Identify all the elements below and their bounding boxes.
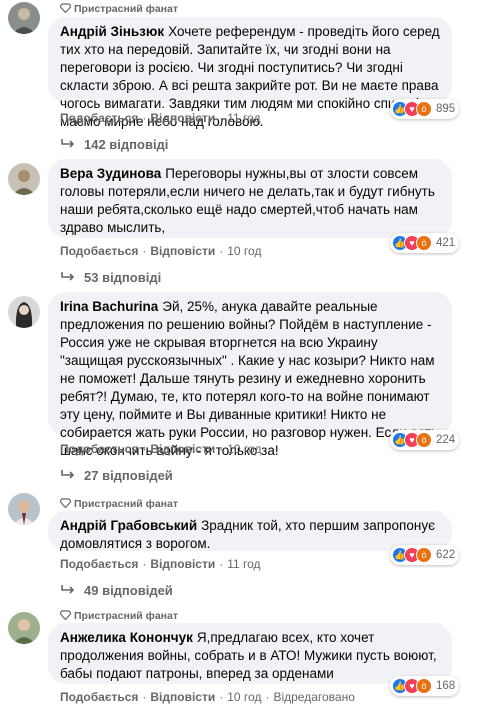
like-button[interactable]: Подобається [60, 442, 138, 456]
reply-button[interactable]: Відповісти [150, 244, 215, 258]
comment-actions: Подобається · Відповісти · 10 год [60, 442, 262, 456]
reaction-count: 421 [436, 237, 456, 249]
comment-author[interactable]: Андрій Грабовський [60, 518, 197, 533]
reaction-summary[interactable]: 👍 ♥ ò 224 [390, 430, 460, 450]
like-button[interactable]: Подобається [60, 690, 138, 704]
reply-arrow-icon [60, 583, 76, 601]
reaction-summary[interactable]: 👍 ♥ ò 168 [390, 676, 460, 696]
comment-bubble: Андрій Грабовський Зрадник той, хто перши… [48, 511, 452, 551]
reply-arrow-icon [60, 137, 76, 155]
avatar[interactable] [8, 163, 40, 195]
angry-icon: ò [416, 101, 432, 117]
top-fan-badge: Пристрасний фанат [59, 609, 178, 624]
top-fan-badge: Пристрасний фанат [59, 497, 178, 512]
comment-bubble: Irina Bachurina Эй, 25%, анука давайте ре… [48, 292, 452, 458]
diamond-icon [59, 610, 72, 624]
reply-arrow-icon [60, 468, 76, 486]
view-replies-link[interactable]: 142 відповіді [60, 136, 168, 154]
view-replies-link[interactable]: 49 відповідей [60, 582, 173, 600]
angry-icon: ò [416, 678, 432, 694]
reaction-summary[interactable]: 👍 ♥ ò 895 [390, 99, 460, 119]
avatar[interactable] [8, 612, 40, 644]
top-fan-badge: Пристрасний фанат [59, 2, 178, 17]
angry-icon: ò [416, 235, 432, 251]
comment-author[interactable]: Вера Зудинова [60, 166, 161, 181]
edited-label: Відредаговано [273, 690, 355, 704]
reply-arrow-icon [60, 270, 76, 288]
diamond-icon [59, 498, 72, 512]
reply-button[interactable]: Відповісти [150, 690, 215, 704]
avatar[interactable] [8, 493, 40, 525]
like-button[interactable]: Подобається [60, 557, 138, 571]
angry-icon: ò [416, 547, 432, 563]
reaction-count: 224 [436, 434, 456, 446]
like-button[interactable]: Подобається [60, 244, 138, 258]
avatar[interactable] [8, 296, 40, 328]
comment-bubble: Андрій Зіньзюк Хочете референдум - провед… [48, 17, 452, 129]
comment-author[interactable]: Анжелика Конончук [60, 630, 193, 645]
like-button[interactable]: Подобається [60, 111, 138, 125]
comment-actions: Подобається · Відповісти · 10 год · Відредагов… [60, 690, 355, 704]
reply-button[interactable]: Відповісти [150, 442, 215, 456]
diamond-icon [59, 3, 72, 17]
timestamp[interactable]: 10 год [227, 690, 261, 704]
reaction-summary[interactable]: 👍 ♥ ò 622 [390, 545, 460, 565]
timestamp[interactable]: 11 год [227, 557, 260, 571]
reaction-count: 168 [436, 680, 456, 692]
reaction-count: 895 [436, 103, 456, 115]
angry-icon: ò [416, 432, 432, 448]
comment-author[interactable]: Irina Bachurina [60, 299, 158, 314]
view-replies-link[interactable]: 53 відповіді [60, 269, 161, 287]
comment-actions: Подобається · Відповісти · 11 год [60, 557, 261, 571]
timestamp[interactable]: 10 год [227, 442, 261, 456]
timestamp[interactable]: 10 год [227, 244, 261, 258]
comment-author[interactable]: Андрій Зіньзюк [60, 24, 164, 39]
comment-actions: Подобається · Відповісти · 10 год [60, 244, 262, 258]
reaction-count: 622 [436, 549, 456, 561]
reply-button[interactable]: Відповісти [150, 111, 215, 125]
reply-button[interactable]: Відповісти [150, 557, 215, 571]
timestamp[interactable]: 11 год [227, 111, 260, 125]
comment-bubble: Вера Зудинова Переговоры нужны,вы от злос… [48, 159, 452, 238]
reaction-summary[interactable]: 👍 ♥ ò 421 [390, 233, 460, 253]
comment-text: Эй, 25%, анука давайте реальные предложе… [60, 299, 438, 458]
comment-bubble: Анжелика Конончук Я,предлагаю всех, кто х… [48, 623, 452, 684]
avatar[interactable] [8, 2, 40, 34]
view-replies-link[interactable]: 27 відповідей [60, 467, 173, 485]
comment-actions: Подобається · Відповісти · 11 год [60, 111, 261, 125]
